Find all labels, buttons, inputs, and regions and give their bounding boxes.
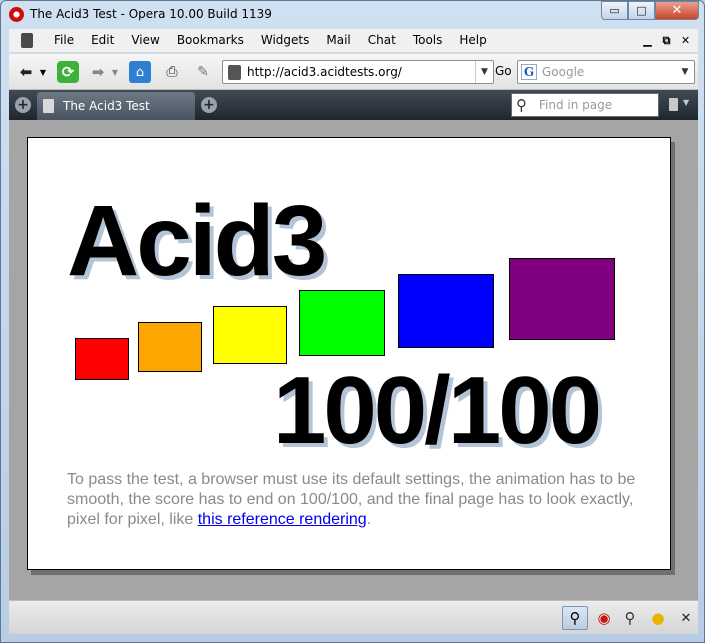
forward-history-dropdown-icon[interactable]: ▼ <box>109 61 121 83</box>
address-dropdown-icon[interactable]: ▼ <box>475 61 493 83</box>
home-icon[interactable]: ⌂ <box>129 61 151 83</box>
opera-logo-icon <box>9 7 24 22</box>
acid3-page: Acid3 100/100 To pass the test, a browse… <box>27 137 671 570</box>
trash-icon[interactable] <box>669 98 678 111</box>
opera-unite-icon[interactable]: ◉ <box>591 606 617 630</box>
menu-help[interactable]: Help <box>459 33 495 47</box>
find-in-page-field[interactable]: ⚲ <box>511 93 659 117</box>
search-field[interactable]: G ▼ <box>517 60 695 84</box>
maximize-button[interactable]: □ <box>628 1 655 20</box>
description: To pass the test, a browser must use its… <box>67 470 637 530</box>
reference-rendering-link[interactable]: this reference rendering <box>198 511 367 528</box>
tab-menu-icon[interactable]: + <box>15 97 31 113</box>
google-icon[interactable]: G <box>521 64 537 80</box>
menu-mail[interactable]: Mail <box>326 33 359 47</box>
green-box <box>299 290 385 356</box>
search-dropdown-icon[interactable]: ▼ <box>676 61 694 83</box>
close-panel-icon[interactable]: ✕ <box>673 606 699 630</box>
page-minimize-button[interactable]: ▁ <box>639 32 656 49</box>
tab-page-icon <box>43 99 54 113</box>
close-icon: ✕ <box>671 3 683 18</box>
page-title: Acid3 <box>67 185 327 297</box>
tab-acid3[interactable]: The Acid3 Test <box>37 92 195 120</box>
tab-bar: + The Acid3 Test + ⚲ ▼ <box>9 90 698 120</box>
blue-box <box>398 274 494 348</box>
page-icon <box>228 65 241 80</box>
title-bar: The Acid3 Test - Opera 10.00 Build 1139 … <box>1 1 704 28</box>
menu-bookmarks[interactable]: Bookmarks <box>177 33 253 47</box>
navigation-bar: ⬅ ▼ ⟳ ➡ ▼ ⌂ ⎙ ✎ http://acid3.acidtests.o… <box>9 54 698 90</box>
purple-box <box>509 258 615 340</box>
minimize-button[interactable]: ▭ <box>601 1 628 20</box>
close-window-button[interactable]: ✕ <box>655 1 699 20</box>
status-bar: ⚲ ◉ ⚲ ● ✕ <box>9 600 698 634</box>
back-icon[interactable]: ⬅ <box>15 61 37 83</box>
menu-edit[interactable]: Edit <box>91 33 123 47</box>
page-viewport: Acid3 100/100 To pass the test, a browse… <box>9 120 698 600</box>
go-button[interactable]: Go <box>495 64 512 78</box>
trash-dropdown-icon[interactable]: ▼ <box>683 98 689 107</box>
search-input[interactable] <box>542 63 672 81</box>
tab-label: The Acid3 Test <box>63 99 150 113</box>
magnifier-icon: ⚲ <box>516 96 527 114</box>
back-history-dropdown-icon[interactable]: ▼ <box>37 61 49 83</box>
pen-icon[interactable]: ✎ <box>192 61 214 83</box>
address-text[interactable]: http://acid3.acidtests.org/ <box>247 65 402 79</box>
menu-tools[interactable]: Tools <box>413 33 452 47</box>
address-field[interactable]: http://acid3.acidtests.org/ ▼ <box>222 60 494 84</box>
menu-bar: File Edit View Bookmarks Widgets Mail Ch… <box>9 29 698 53</box>
page-close-button[interactable]: ✕ <box>677 32 694 49</box>
page-menu-icon[interactable] <box>21 33 33 48</box>
red-box <box>75 338 129 380</box>
new-tab-icon[interactable]: + <box>201 97 217 113</box>
print-icon[interactable]: ⎙ <box>161 61 183 83</box>
pacman-icon[interactable]: ● <box>645 606 671 630</box>
minimize-icon: ▭ <box>609 4 620 17</box>
reload-icon[interactable]: ⟳ <box>57 61 79 83</box>
description-end: . <box>366 511 372 528</box>
maximize-icon: □ <box>636 4 647 17</box>
zoom-icon[interactable]: ⚲ <box>562 606 588 630</box>
menu-chat[interactable]: Chat <box>368 33 405 47</box>
score: 100/100 <box>273 357 602 464</box>
window-title: The Acid3 Test - Opera 10.00 Build 1139 <box>30 7 272 21</box>
browser-window: The Acid3 Test - Opera 10.00 Build 1139 … <box>0 0 705 643</box>
orange-box <box>138 322 202 372</box>
find-input[interactable] <box>539 97 654 113</box>
search-icon[interactable]: ⚲ <box>617 606 643 630</box>
forward-icon[interactable]: ➡ <box>87 61 109 83</box>
page-restore-button[interactable]: ⧉ <box>658 32 675 49</box>
menu-view[interactable]: View <box>131 33 168 47</box>
menu-file[interactable]: File <box>54 33 83 47</box>
menu-widgets[interactable]: Widgets <box>261 33 319 47</box>
